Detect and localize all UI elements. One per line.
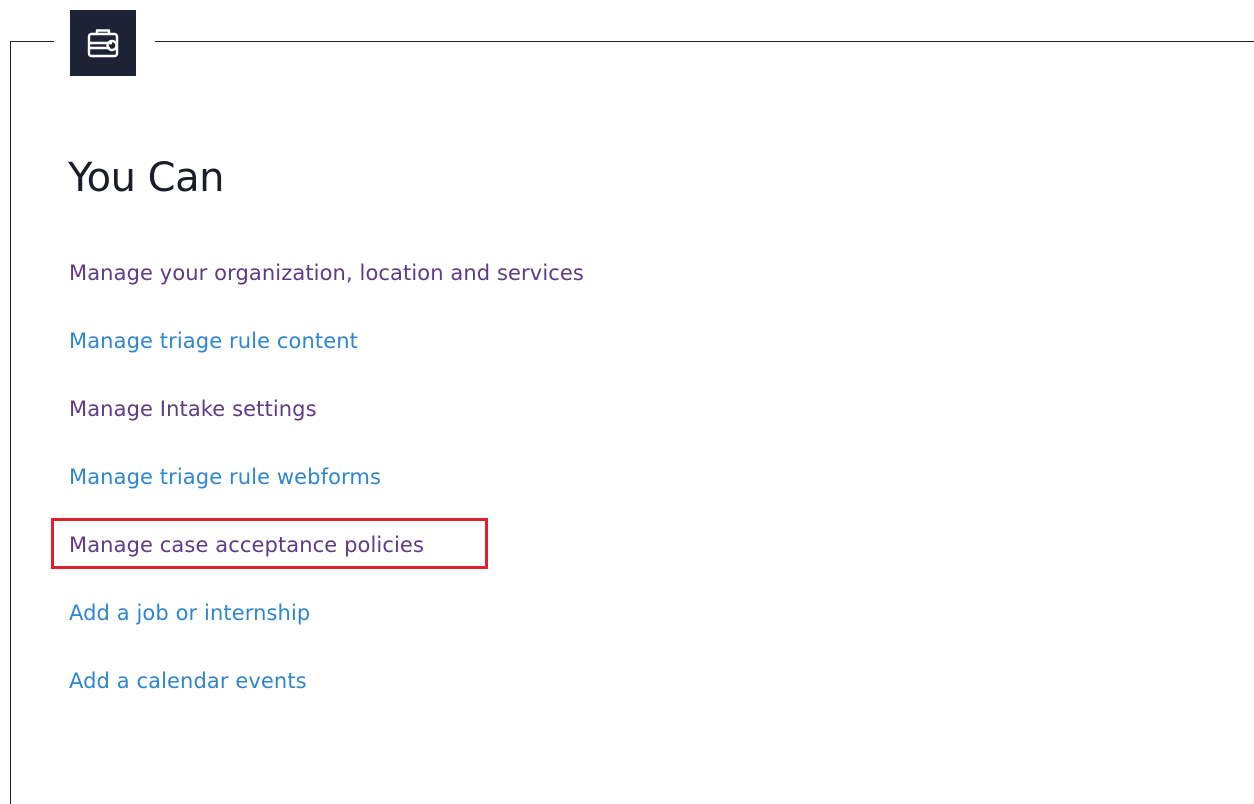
list-item: Add a job or internship [69, 597, 584, 665]
list-item: Manage Intake settings [69, 393, 584, 461]
panel-border-left [10, 41, 11, 804]
list-item: Manage case acceptance policies [69, 529, 584, 597]
list-item: Add a calendar events [69, 665, 584, 733]
manage-triage-rule-content-link[interactable]: Manage triage rule content [69, 329, 358, 353]
toolbox-wrench-icon [70, 10, 136, 76]
manage-triage-rule-webforms-link[interactable]: Manage triage rule webforms [69, 465, 381, 489]
list-item: Manage triage rule webforms [69, 461, 584, 529]
panel-border-top-right [155, 41, 1254, 42]
panel-border-top-left [10, 41, 54, 42]
manage-intake-settings-link[interactable]: Manage Intake settings [69, 397, 317, 421]
manage-organization-link[interactable]: Manage your organization, location and s… [69, 261, 584, 285]
action-link-list: Manage your organization, location and s… [69, 257, 584, 733]
add-calendar-events-link[interactable]: Add a calendar events [69, 669, 307, 693]
section-heading: You Can [68, 155, 224, 201]
manage-case-acceptance-policies-link[interactable]: Manage case acceptance policies [69, 533, 424, 557]
list-item: Manage triage rule content [69, 325, 584, 393]
list-item: Manage your organization, location and s… [69, 257, 584, 325]
add-job-or-internship-link[interactable]: Add a job or internship [69, 601, 310, 625]
